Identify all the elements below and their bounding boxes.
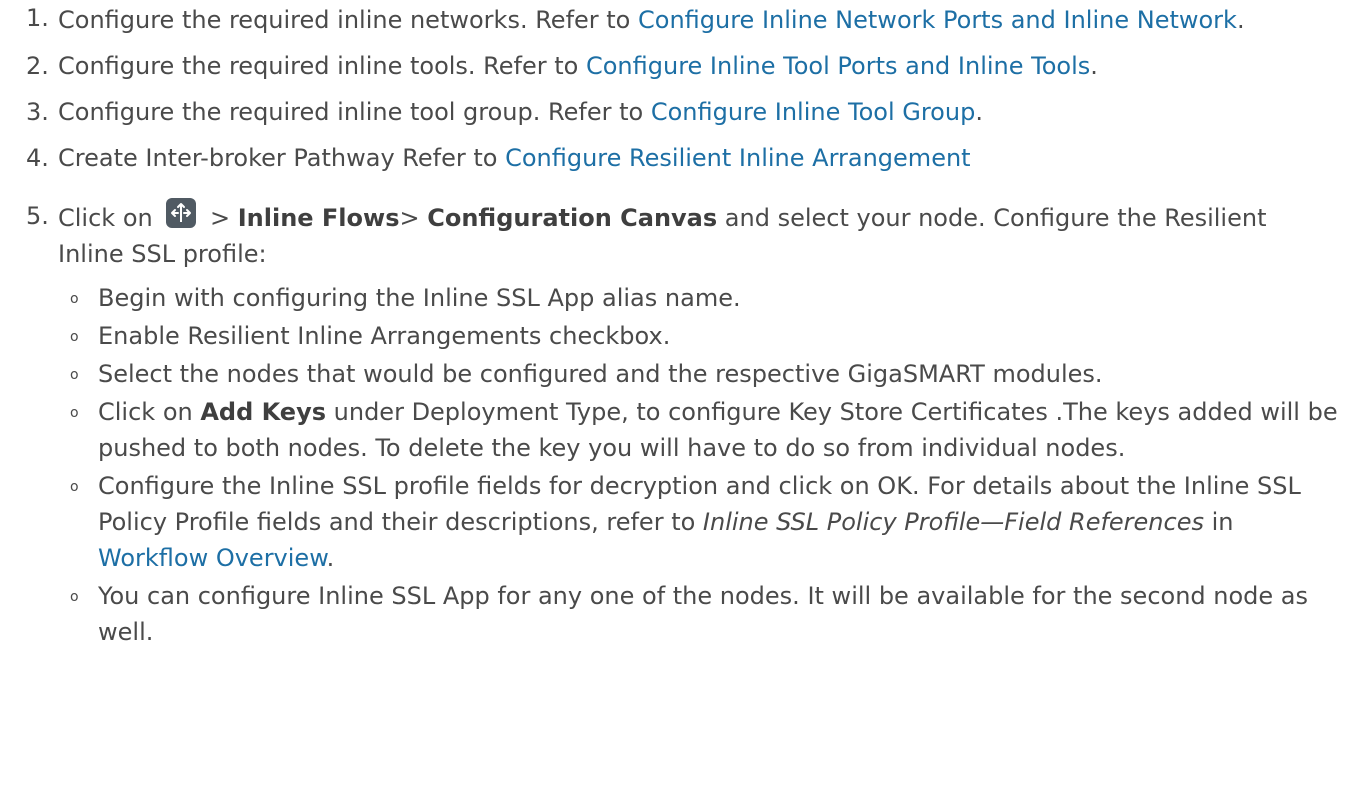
link-configure-inline-network[interactable]: Configure Inline Network Ports and Inlin…: [638, 6, 1237, 34]
step-number: 4.: [26, 144, 49, 172]
substep-text: Enable Resilient Inline Arrangements che…: [98, 322, 671, 350]
step-text: Create Inter-broker Pathway Refer to: [58, 144, 506, 172]
traffic-flow-icon: [166, 198, 197, 228]
menu-inline-flows: Inline Flows: [237, 204, 400, 232]
substep-3: o Select the nodes that would be configu…: [58, 356, 1338, 392]
menu-configuration-canvas: Configuration Canvas: [427, 204, 718, 232]
substep-1: o Begin with configuring the Inline SSL …: [58, 280, 1338, 316]
step-number: 2.: [26, 52, 49, 80]
step-number: 5.: [26, 202, 49, 230]
substep-2: o Enable Resilient Inline Arrangements c…: [58, 318, 1338, 354]
bullet-icon: o: [70, 291, 79, 307]
step-1: 1. Configure the required inline network…: [0, 0, 1338, 38]
field-references-title: Inline SSL Policy Profile—Field Referenc…: [702, 508, 1204, 536]
bullet-icon: o: [70, 405, 79, 421]
link-configure-inline-tool-group[interactable]: Configure Inline Tool Group: [651, 98, 976, 126]
step-2: 2. Configure the required inline tools. …: [0, 48, 1338, 84]
link-configure-resilient-inline-arrangement[interactable]: Configure Resilient Inline Arrangement: [505, 144, 970, 172]
substep-text-mid: in: [1203, 508, 1234, 536]
step-text: Configure the required inline networks. …: [58, 6, 638, 34]
step-text: Click on: [58, 204, 161, 232]
bullet-icon: o: [70, 329, 79, 345]
procedure-document: 1. Configure the required inline network…: [0, 0, 1352, 650]
substep-text: Click on: [98, 398, 201, 426]
step-5: 5. Click on > Inline Flows> Configuratio…: [0, 198, 1338, 650]
breadcrumb-separator: >: [202, 204, 238, 232]
substeps-list: o Begin with configuring the Inline SSL …: [58, 280, 1338, 650]
bullet-icon: o: [70, 589, 79, 605]
bullet-icon: o: [70, 367, 79, 383]
substep-text: You can configure Inline SSL App for any…: [98, 582, 1309, 646]
step-number: 3.: [26, 98, 49, 126]
step-text-end: .: [975, 98, 983, 126]
step-text: Configure the required inline tools. Ref…: [58, 52, 586, 80]
step-number: 1.: [26, 4, 49, 32]
breadcrumb-separator: >: [399, 204, 428, 232]
step-text-end: .: [1236, 6, 1245, 34]
substep-5: o Configure the Inline SSL profile field…: [58, 468, 1338, 576]
steps-list: 1. Configure the required inline network…: [0, 0, 1338, 650]
step-4: 4. Create Inter-broker Pathway Refer to …: [0, 140, 1338, 176]
add-keys-label: Add Keys: [200, 398, 327, 426]
substep-text-end: .: [326, 544, 335, 572]
substep-text: Begin with configuring the Inline SSL Ap…: [98, 284, 741, 312]
link-workflow-overview[interactable]: Workflow Overview: [98, 544, 327, 572]
step-text: Configure the required inline tool group…: [58, 98, 651, 126]
step-3: 3. Configure the required inline tool gr…: [0, 94, 1338, 130]
step-text-end: .: [1090, 52, 1098, 80]
bullet-icon: o: [70, 479, 79, 495]
link-configure-inline-tool-ports[interactable]: Configure Inline Tool Ports and Inline T…: [586, 52, 1090, 80]
substep-text: Select the nodes that would be configure…: [98, 360, 1103, 388]
substep-4: o Click on Add Keys under Deployment Typ…: [58, 394, 1338, 466]
substep-6: o You can configure Inline SSL App for a…: [58, 578, 1338, 650]
